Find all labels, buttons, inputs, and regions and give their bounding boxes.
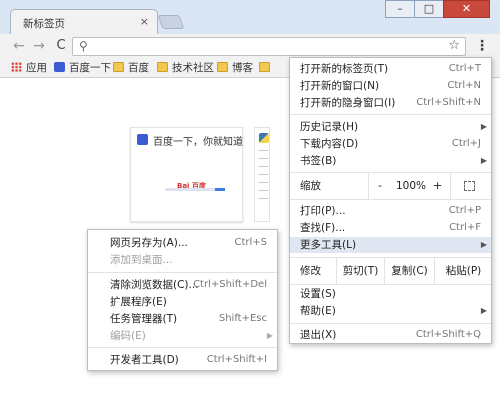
submenu-arrow-icon: ▶ [480,122,487,131]
text-line [258,174,268,175]
most-visited-tile-baidu[interactable]: 百度一下，你就知道 Bai 百度 [130,127,243,222]
python-icon [259,133,269,143]
menu-print[interactable]: 打印(P)... Ctrl+P [290,203,491,219]
zoom-out-button[interactable]: - [378,178,382,194]
copy-button[interactable]: 复制(C) [384,258,434,284]
text-line [258,182,268,183]
text-line [258,158,268,159]
minimize-button[interactable]: – [385,0,415,18]
submenu-add-to-desktop: 添加到桌面... [110,254,173,266]
new-tab-button[interactable] [157,15,185,29]
menu-help[interactable]: 帮助(E) ▶ [290,303,491,319]
browser-toolbar: ← → C ⚲ ☆ ⋮ [0,34,500,58]
zoom-label: 缩放 [300,180,321,192]
submenu-arrow-icon: ▶ [266,331,273,340]
folder-icon [157,62,168,72]
menu-new-window[interactable]: 打开新的窗口(N) Ctrl+N [290,78,491,94]
tab-close-icon[interactable]: × [140,15,149,28]
submenu-task-manager[interactable]: 任务管理器(T) Shift+Esc [88,311,277,327]
menu-divider [290,172,491,173]
submenu-clear-data[interactable]: 清除浏览数据(C)... Ctrl+Shift+Del [88,277,277,293]
bookmark-baidu-yixia[interactable]: 百度一下 [54,60,111,76]
submenu-arrow-icon: ▶ [480,306,487,315]
zoom-divider [450,173,451,199]
more-tools-submenu: 网页另存为(A)... Ctrl+S 添加到桌面... 清除浏览数据(C)... C… [87,229,278,371]
submenu-save-as[interactable]: 网页另存为(A)... Ctrl+S [88,235,277,251]
reload-icon[interactable]: C [52,37,70,55]
tile-search-bar [165,188,215,191]
menu-downloads[interactable]: 下载内容(D) Ctrl+J [290,136,491,152]
menu-edit-row: 修改 剪切(T) 复制(C) 粘贴(P) [290,258,491,284]
edit-label: 修改 [300,265,321,277]
menu-find[interactable]: 查找(F)... Ctrl+F [290,220,491,236]
chrome-menu-icon[interactable]: ⋮ [473,37,491,55]
menu-zoom-row: 缩放 - 100% + [290,173,491,199]
submenu-encoding: 编码(E) ▶ [110,330,273,342]
zoom-in-button[interactable]: + [433,178,442,194]
most-visited-tile-python[interactable] [254,127,270,222]
zoom-divider [368,173,369,199]
forward-icon[interactable]: → [30,37,48,55]
menu-history[interactable]: 历史记录(H) ▶ [290,119,491,135]
text-line [258,150,268,151]
tab-new-tab[interactable]: 新标签页 × [10,9,158,34]
bookmark-folder-blog[interactable]: 博客 [217,60,253,76]
menu-divider [88,272,277,273]
fullscreen-icon[interactable] [464,181,475,191]
bookmark-apps[interactable]: 应用 [11,60,47,76]
bookmark-star-icon[interactable]: ☆ [448,38,460,53]
cut-button[interactable]: 剪切(T) [336,258,384,284]
menu-settings[interactable]: 设置(S) [290,286,491,302]
chrome-main-menu: 打开新的标签页(T) Ctrl+T 打开新的窗口(N) Ctrl+N 打开新的隐身窗… [289,57,492,344]
maximize-button[interactable]: □ [414,0,444,18]
back-icon[interactable]: ← [10,37,28,55]
folder-icon [113,62,124,72]
menu-more-tools[interactable]: 更多工具(L) ▶ [290,237,491,253]
bookmark-folder-more[interactable] [259,60,274,76]
title-bar: 新标签页 × – □ ✕ [0,0,500,34]
tile-title: 百度一下，你就知道 [153,137,243,148]
text-line [258,190,268,191]
menu-bookmarks[interactable]: 书签(B) ▶ [290,153,491,169]
text-line [258,166,268,167]
bookmark-folder-baidu[interactable]: 百度 [113,60,149,76]
menu-divider [290,284,491,285]
close-window-button[interactable]: ✕ [443,0,490,18]
submenu-devtools[interactable]: 开发者工具(D) Ctrl+Shift+I [88,352,277,368]
bookmark-folder-tech[interactable]: 技术社区 [157,60,214,76]
menu-divider [290,323,491,324]
baidu-paw-icon [137,134,148,145]
submenu-arrow-icon: ▶ [480,240,487,249]
text-line [258,198,268,199]
search-icon: ⚲ [79,39,88,53]
menu-divider [290,199,491,200]
menu-new-incognito[interactable]: 打开新的隐身窗口(I) Ctrl+Shift+N [290,95,491,111]
zoom-level: 100% [396,180,427,192]
menu-new-tab[interactable]: 打开新的标签页(T) Ctrl+T [290,61,491,77]
menu-divider [290,114,491,115]
folder-icon [217,62,228,72]
menu-divider [88,347,277,348]
paste-button[interactable]: 粘贴(P) [434,258,492,284]
address-bar[interactable]: ⚲ ☆ [72,37,466,56]
baidu-paw-icon [54,62,65,72]
folder-icon [259,62,270,72]
submenu-extensions[interactable]: 扩展程序(E) [88,294,277,310]
tile-search-button [215,188,225,191]
tab-title: 新标签页 [23,18,65,30]
apps-icon [11,62,22,72]
submenu-arrow-icon: ▶ [480,156,487,165]
menu-exit[interactable]: 退出(X) Ctrl+Shift+Q [290,327,491,343]
